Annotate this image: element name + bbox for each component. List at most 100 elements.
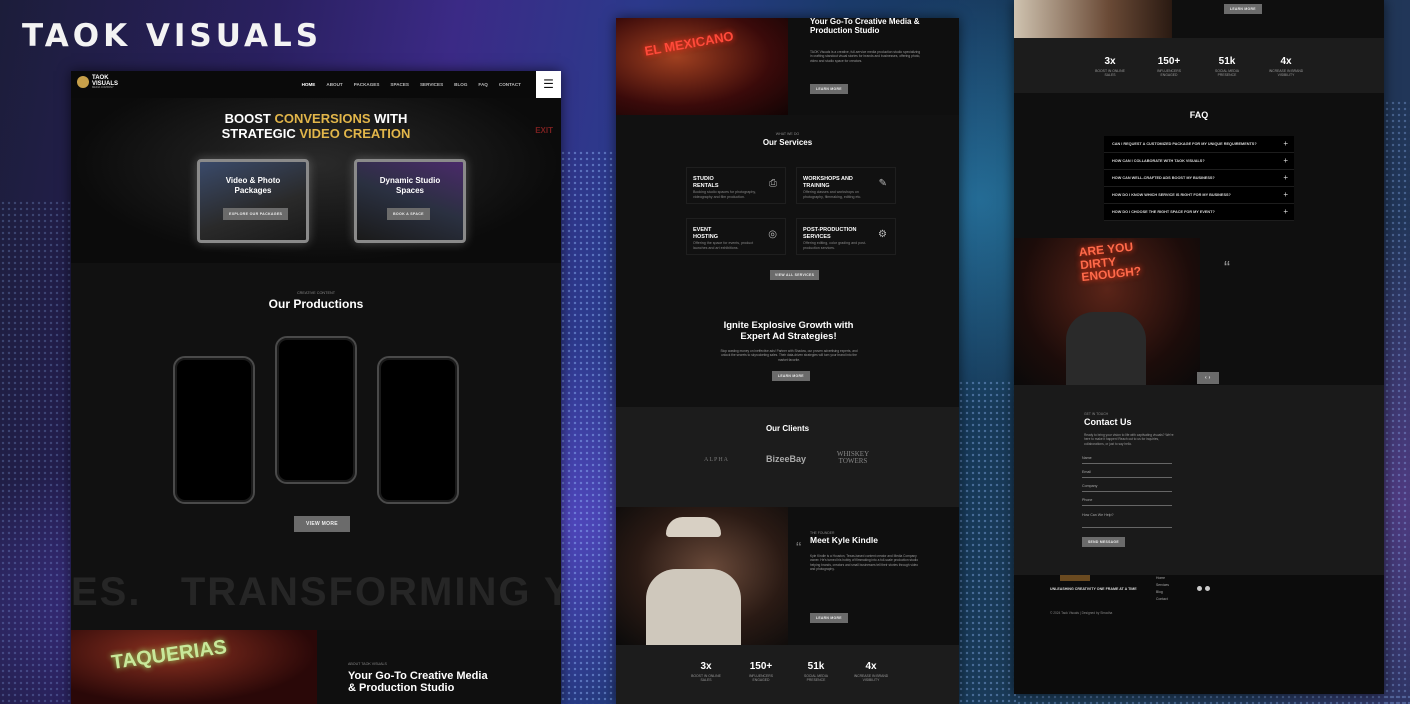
nav-services[interactable]: SERVICES bbox=[420, 82, 443, 87]
space-card[interactable]: Dynamic Studio Spaces BOOK A SPACE bbox=[354, 159, 466, 243]
phone-mockup[interactable] bbox=[377, 356, 459, 504]
productions-title: Our Productions bbox=[268, 297, 364, 311]
service-card-post-production[interactable]: POST-PRODUCTION SERVICES Offering editin… bbox=[796, 218, 896, 255]
productions-eyebrow: CREATIVE CONTENT bbox=[296, 291, 336, 295]
nav-about[interactable]: ABOUT bbox=[326, 82, 342, 87]
view-all-services-button[interactable]: VIEW ALL SERVICES bbox=[770, 270, 820, 280]
service-card-studio[interactable]: STUDIO RENTALS Booking studio spaces for… bbox=[686, 167, 786, 204]
phone-field[interactable]: Phone bbox=[1082, 498, 1172, 506]
footer-link-services[interactable]: Services bbox=[1156, 582, 1169, 589]
services-title: Our Services bbox=[762, 138, 813, 147]
plus-icon[interactable]: + bbox=[1283, 139, 1288, 148]
plus-icon[interactable]: + bbox=[1283, 173, 1288, 182]
footer-links: Home Services Blog Contact bbox=[1156, 575, 1169, 603]
footer-link-blog[interactable]: Blog bbox=[1156, 589, 1169, 596]
explore-packages-button[interactable]: EXPLORE OUR PACKAGES bbox=[223, 208, 289, 220]
dot-wave-left bbox=[0, 200, 75, 704]
space-card-title: Dynamic Studio Spaces bbox=[379, 176, 441, 195]
view-more-button[interactable]: VIEW MORE bbox=[294, 516, 350, 532]
name-field[interactable]: Name bbox=[1082, 456, 1172, 464]
nav-blog[interactable]: BLOG bbox=[454, 82, 467, 87]
founder-photo-top bbox=[1014, 0, 1172, 38]
nav-faq[interactable]: FAQ bbox=[478, 82, 487, 87]
nav-home[interactable]: HOME bbox=[302, 82, 316, 87]
nav-spaces[interactable]: SPACES bbox=[390, 82, 409, 87]
clients-title: Our Clients bbox=[765, 424, 810, 433]
logo-emblem-icon bbox=[77, 76, 89, 89]
email-field[interactable]: Email bbox=[1082, 470, 1172, 478]
about-title: Your Go-To Creative Media & Production S… bbox=[348, 670, 488, 695]
package-card-title: Video & Photo Packages bbox=[225, 176, 281, 195]
stat-number: 4x bbox=[1280, 56, 1292, 67]
package-card[interactable]: Video & Photo Packages EXPLORE OUR PACKA… bbox=[197, 159, 309, 243]
neon-sign-text: ARE YOU DIRTY ENOUGH? bbox=[1078, 239, 1142, 285]
send-message-button[interactable]: SEND MESSAGE bbox=[1082, 537, 1125, 547]
founder-learn-more-button[interactable]: LEARN MORE bbox=[1224, 4, 1262, 14]
phone-mockup[interactable] bbox=[173, 356, 255, 504]
ads-learn-more-button[interactable]: LEARN MORE bbox=[772, 371, 810, 381]
faq-question: HOW CAN WELL-CRAFTED ADS BOOST MY BUSINE… bbox=[1112, 176, 1215, 180]
site-logo[interactable]: TAOK VISUALS MEDIA COMPANY bbox=[77, 75, 118, 90]
plus-icon[interactable]: + bbox=[1283, 207, 1288, 216]
footer-copyright: © 2024 Taok Visuals | Designed by Shradh… bbox=[1050, 611, 1113, 615]
about-learn-more-button[interactable]: LEARN MORE bbox=[810, 84, 848, 94]
contact-eyebrow: GET IN TOUCH bbox=[1084, 412, 1109, 416]
service-title: WORKSHOPS AND TRAINING bbox=[803, 176, 853, 189]
neon-sign-text: TAQUERIAS bbox=[109, 636, 229, 674]
plus-icon[interactable]: + bbox=[1283, 190, 1288, 199]
message-field[interactable]: How Can We Help? bbox=[1082, 513, 1172, 528]
stat-label: BOOST IN ONLINE SALES bbox=[691, 674, 721, 682]
company-field[interactable]: Company bbox=[1082, 484, 1172, 492]
stat-item: 150+ INFLUENCERS ENGAGED bbox=[741, 661, 781, 682]
footer-link-home[interactable]: Home bbox=[1156, 575, 1169, 582]
ads-section: Ignite Explosive Growth with Expert Ad S… bbox=[616, 305, 959, 407]
facebook-icon[interactable] bbox=[1197, 586, 1202, 591]
stat-number: 51k bbox=[807, 661, 825, 672]
client-logo-alpha: ALPHA bbox=[704, 457, 730, 463]
marquee-text: ES. TRANSFORMING YOUR bbox=[71, 570, 561, 614]
quote-icon: “ bbox=[796, 540, 802, 557]
nav-links: HOME ABOUT PACKAGES SPACES SERVICES BLOG… bbox=[302, 82, 521, 87]
service-title: STUDIO RENTALS bbox=[693, 176, 719, 189]
service-desc: Booking studio spaces for photography, v… bbox=[693, 190, 756, 199]
stat-label: SOCIAL MEDIA PRESENCE bbox=[1215, 69, 1239, 77]
faq-question: HOW CAN I COLLABORATE WITH TAOK VISUALS? bbox=[1112, 159, 1205, 163]
palette-icon: ✎ bbox=[878, 178, 887, 189]
stat-label: INFLUENCERS ENGAGED bbox=[1157, 69, 1181, 77]
testimonial-pager[interactable]: ‹ › bbox=[1197, 372, 1219, 384]
founder-body: Kyle Kindle is a Houston, Texas-based co… bbox=[810, 554, 919, 571]
stats-section: 3x BOOST IN ONLINE SALES 150+ INFLUENCERS … bbox=[1014, 38, 1384, 93]
menu-icon[interactable]: ☰ bbox=[536, 71, 561, 98]
founder-learn-more-button[interactable]: LEARN MORE bbox=[810, 613, 848, 623]
faq-item[interactable]: CAN I REQUEST A CUSTOMIZED PACKAGE FOR M… bbox=[1104, 136, 1294, 153]
faq-item[interactable]: HOW CAN WELL-CRAFTED ADS BOOST MY BUSINE… bbox=[1104, 170, 1294, 187]
service-card-events[interactable]: EVENT HOSTING Offering the space for eve… bbox=[686, 218, 786, 255]
field-label: Company bbox=[1082, 484, 1098, 488]
instagram-icon[interactable] bbox=[1205, 586, 1210, 591]
logo-text-3: MEDIA COMPANY bbox=[92, 86, 114, 89]
site-footer: UNLEASHING CREATIVITY ONE FRAME AT A TIM… bbox=[1014, 575, 1384, 694]
stat-item: 4x INCREASE IN BRAND VISIBILITY bbox=[850, 661, 892, 682]
field-label: Name bbox=[1082, 456, 1092, 460]
nav-packages[interactable]: PACKAGES bbox=[354, 82, 380, 87]
dot-wave-bottom-right bbox=[1016, 694, 1410, 704]
book-space-button[interactable]: BOOK A SPACE bbox=[387, 208, 430, 220]
site-navbar: TAOK VISUALS MEDIA COMPANY HOME ABOUT PA… bbox=[71, 71, 561, 98]
service-desc: Offering the space for events, product l… bbox=[693, 241, 754, 250]
nav-contact[interactable]: CONTACT bbox=[499, 82, 521, 87]
stat-item: 51k SOCIAL MEDIA PRESENCE bbox=[796, 661, 836, 682]
service-card-workshops[interactable]: WORKSHOPS AND TRAINING Offering classes … bbox=[796, 167, 896, 204]
footer-tagline: UNLEASHING CREATIVITY ONE FRAME AT A TIM… bbox=[1050, 587, 1137, 591]
footer-link-contact[interactable]: Contact bbox=[1156, 596, 1169, 603]
client-logo-whiskey-towers: WHISKEY TOWERS bbox=[836, 450, 870, 465]
phone-mockup[interactable] bbox=[275, 336, 357, 484]
faq-item[interactable]: HOW DO I KNOW WHICH SERVICE IS RIGHT FOR… bbox=[1104, 187, 1294, 204]
faq-item[interactable]: HOW CAN I COLLABORATE WITH TAOK VISUALS?… bbox=[1104, 153, 1294, 170]
hero-heading: BOOST CONVERSIONS WITH STRATEGIC VIDEO C… bbox=[71, 111, 561, 142]
ads-title: Ignite Explosive Growth with Expert Ad S… bbox=[723, 320, 854, 342]
hero-heading-highlight: CONVERSIONS bbox=[274, 111, 371, 126]
hero-heading-part: BOOST bbox=[224, 111, 275, 126]
faq-item[interactable]: HOW DO I CHOOSE THE RIGHT SPACE FOR MY E… bbox=[1104, 204, 1294, 221]
hero-heading-highlight: VIDEO CREATION bbox=[299, 125, 411, 141]
plus-icon[interactable]: + bbox=[1283, 156, 1288, 165]
